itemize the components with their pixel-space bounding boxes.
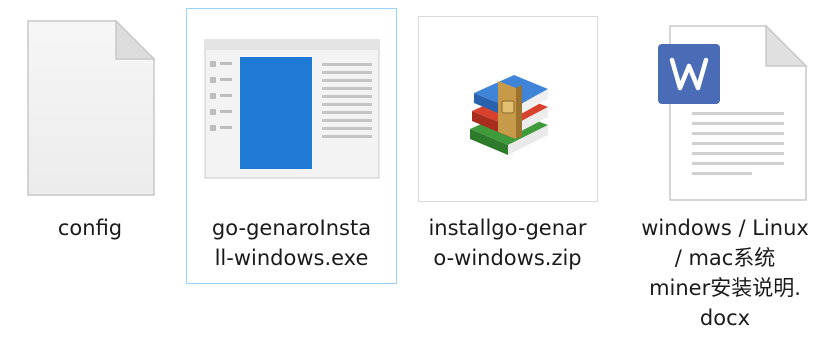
file-thumbnail <box>202 9 382 209</box>
file-thumbnail <box>635 9 815 209</box>
file-item-config[interactable]: config <box>0 8 180 244</box>
file-name: config <box>0 213 190 243</box>
file-name-line: config <box>57 216 123 240</box>
blank-document-icon <box>27 19 156 196</box>
file-name-line: ll-windows.exe <box>214 246 369 270</box>
file-name-line: / mac系统 <box>674 246 776 270</box>
file-name-line: miner安装说明. <box>649 276 801 300</box>
thumbnail-frame <box>417 16 598 202</box>
file-item-installgo-genaro-zip[interactable]: installgo-genar o-windows.zip <box>411 8 604 274</box>
winrar-archive-icon <box>469 75 548 155</box>
file-thumbnail <box>0 9 180 209</box>
file-name-line: windows / Linux <box>641 216 809 240</box>
file-name-line: o-windows.zip <box>433 246 582 270</box>
exe-window-icon <box>204 39 379 179</box>
file-thumbnail <box>417 9 598 209</box>
file-name: installgo-genar o-windows.zip <box>408 213 608 273</box>
file-name-line: docx <box>699 306 751 330</box>
file-name: windows / Linux / mac系统 miner安装说明. docx <box>625 213 822 333</box>
file-name-line: installgo-genar <box>428 216 587 240</box>
file-icon-grid: config go-genaroInsta ll-windows.exe ins… <box>0 0 822 338</box>
file-item-go-genaro-install-exe[interactable]: go-genaroInsta ll-windows.exe <box>186 8 397 284</box>
file-name-line: go-genaroInsta <box>211 216 372 240</box>
file-name: go-genaroInsta ll-windows.exe <box>192 213 392 273</box>
file-item-miner-install-docx[interactable]: windows / Linux / mac系统 miner安装说明. docx <box>628 8 822 334</box>
word-document-icon <box>658 24 808 201</box>
